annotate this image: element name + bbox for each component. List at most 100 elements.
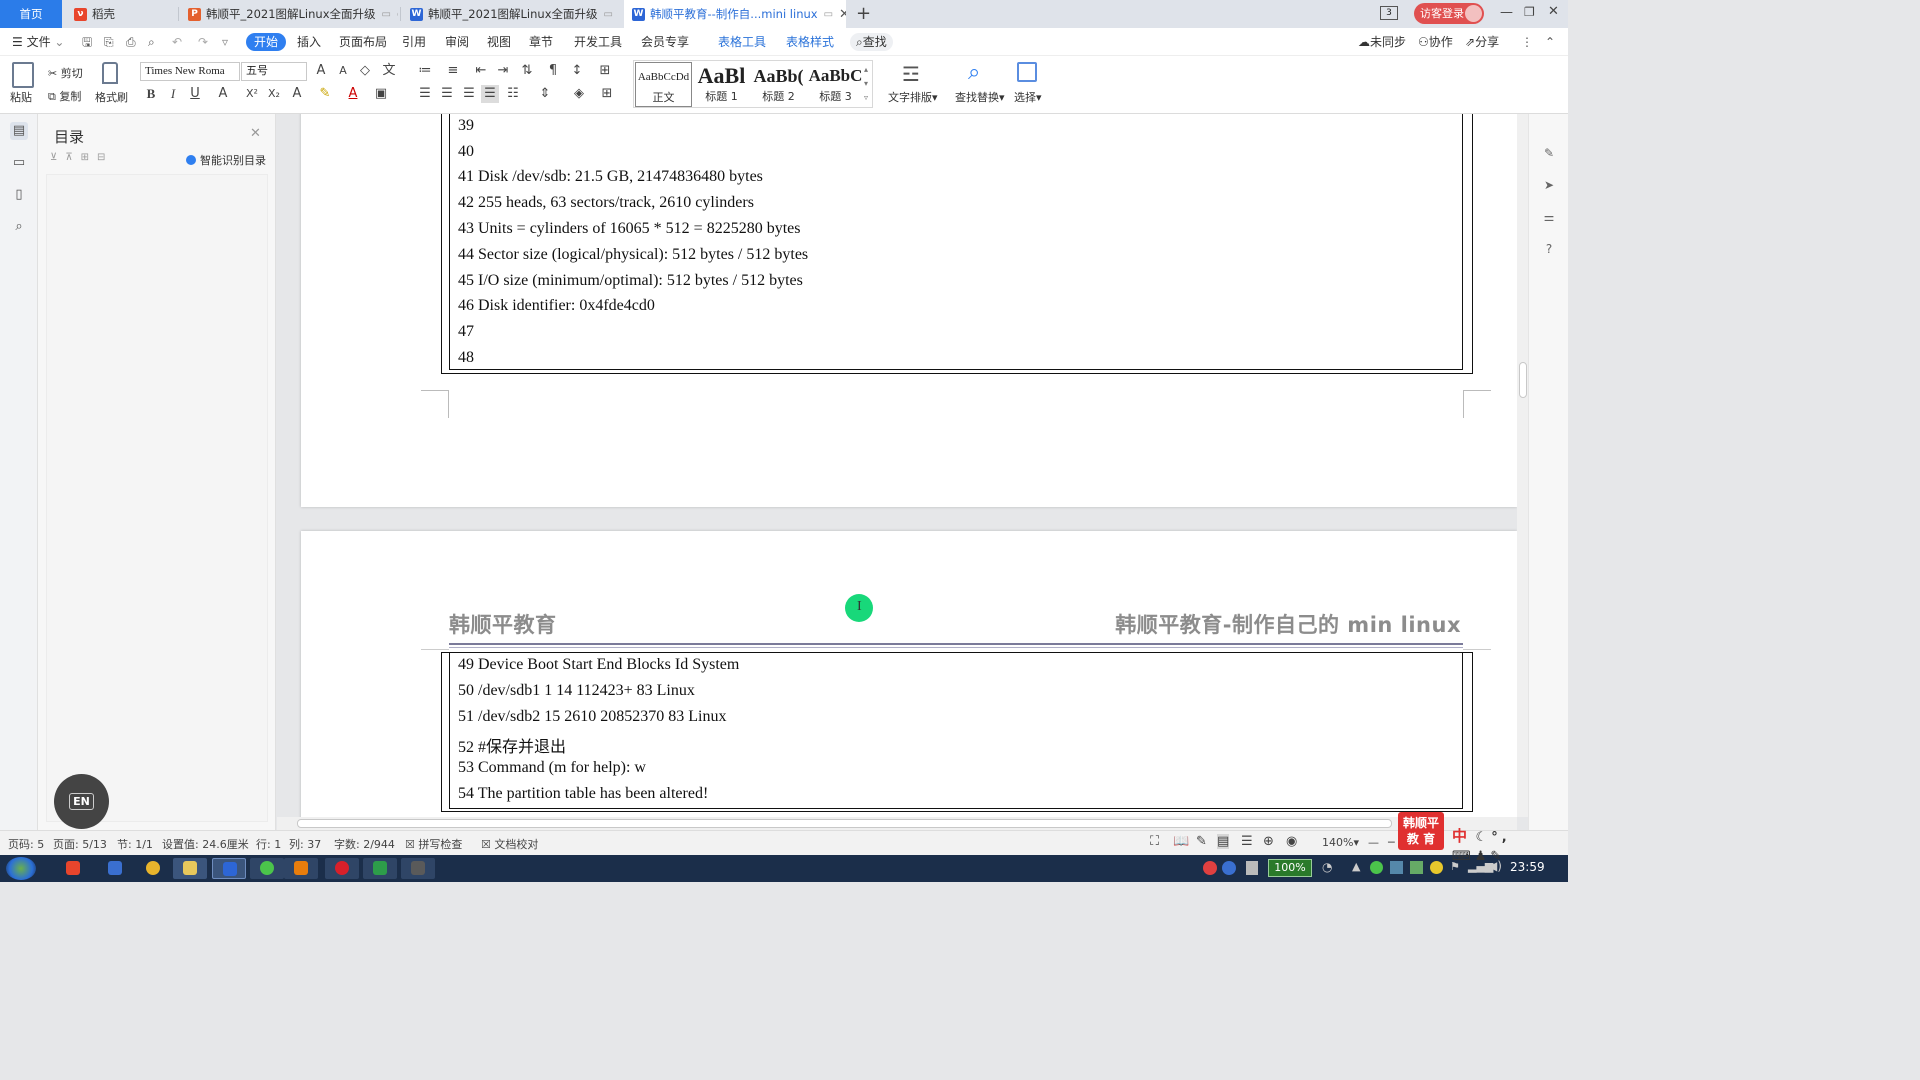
style-normal[interactable]: AaBbCcDd 正文: [635, 62, 692, 107]
tab-doc1[interactable]: W 韩顺平_2021图解Linux全面升级 ▭: [402, 0, 620, 28]
smart-toc-button[interactable]: 智能识别目录: [186, 152, 266, 168]
text-effect-icon[interactable]: A: [288, 85, 306, 103]
style-heading1[interactable]: AaBl 标题 1: [693, 62, 750, 107]
help-icon[interactable]: ?: [1541, 242, 1557, 258]
bullets-icon[interactable]: ≔: [416, 62, 434, 80]
find-replace-icon[interactable]: ⌕: [968, 60, 980, 85]
taskbar-app[interactable]: [325, 858, 359, 879]
more-icon[interactable]: ▿: [222, 33, 228, 51]
taskbar-app[interactable]: [98, 858, 132, 879]
status-section[interactable]: 节: 1/1: [117, 836, 153, 852]
settings-sliders-icon[interactable]: ⚌: [1541, 210, 1557, 226]
taskbar-app[interactable]: [136, 858, 170, 879]
restore-icon[interactable]: ❐: [1524, 5, 1535, 19]
zoom-out-icon[interactable]: —: [1368, 836, 1379, 849]
menu-view[interactable]: 视图: [487, 33, 511, 51]
menu-file[interactable]: ☰ 文件 ⌄: [12, 33, 64, 51]
tray-expand-icon[interactable]: ▲: [1352, 860, 1360, 873]
phonetic-icon[interactable]: 文: [380, 62, 398, 80]
menu-table-tools[interactable]: 表格工具: [718, 33, 766, 51]
h-scroll-thumb[interactable]: [297, 819, 1392, 828]
tab-daoke[interactable]: ν 稻壳: [66, 0, 176, 28]
cut-button[interactable]: ✂ 剪切: [48, 65, 83, 81]
taskbar-app[interactable]: [173, 858, 207, 879]
status-words[interactable]: 字数: 2/944: [334, 836, 395, 852]
menu-table-style[interactable]: 表格样式: [786, 33, 834, 51]
minimize-icon[interactable]: —: [1500, 5, 1513, 20]
edit-mode-icon[interactable]: ✎: [1196, 834, 1207, 849]
taskbar-app[interactable]: [401, 858, 435, 879]
menu-start[interactable]: 开始: [246, 33, 287, 51]
taskbar-app[interactable]: [56, 858, 90, 879]
paste-button[interactable]: 粘贴: [10, 89, 32, 105]
select-button[interactable]: 选择▾: [1014, 89, 1042, 105]
toc-panel-icon[interactable]: ▤: [10, 122, 28, 140]
spell-check-button[interactable]: ☒ 拼写检查: [405, 836, 462, 852]
borders-icon[interactable]: ⊞: [598, 85, 616, 103]
menu-chapter[interactable]: 章节: [529, 33, 553, 51]
tray-icon[interactable]: [1430, 861, 1443, 874]
fullscreen-icon[interactable]: ⛶: [1150, 834, 1159, 849]
undo-icon[interactable]: ↶: [172, 33, 182, 51]
tray-icon[interactable]: [1246, 861, 1258, 875]
save-icon[interactable]: 🖫: [82, 33, 92, 51]
proofread-button[interactable]: ☒ 文档校对: [481, 836, 538, 852]
share-button[interactable]: ⇗分享: [1465, 33, 1499, 51]
reading-mode-icon[interactable]: 📖: [1173, 834, 1189, 849]
export-icon[interactable]: ⎘: [104, 33, 114, 51]
status-pageno[interactable]: 页码: 5: [8, 836, 44, 852]
close-window-icon[interactable]: ✕: [1548, 4, 1559, 19]
text-layout-button[interactable]: 文字排版▾: [888, 89, 938, 105]
tab-home[interactable]: 首页: [0, 0, 62, 28]
battery-indicator[interactable]: 100%: [1268, 859, 1312, 877]
shading-icon[interactable]: ◈: [570, 85, 588, 103]
close-tab-icon[interactable]: ✕: [839, 7, 846, 22]
expand-icon[interactable]: ⊻: [50, 152, 65, 163]
font-size-select[interactable]: 五号: [241, 62, 307, 81]
collapse-icon[interactable]: ⊼: [65, 152, 80, 163]
taskbar-app[interactable]: [250, 858, 284, 879]
find-replace-button[interactable]: 查找替换▾: [955, 89, 1005, 105]
line-spacing-icon[interactable]: ↕: [568, 62, 586, 80]
align-right-icon[interactable]: ☰: [460, 85, 478, 103]
collapse-ribbon-icon[interactable]: ⌃: [1545, 33, 1555, 51]
text-layout-icon[interactable]: ☲: [902, 62, 920, 86]
zoom-slider-icon[interactable]: ─: [1388, 836, 1395, 849]
status-pages[interactable]: 页面: 5/13: [53, 836, 107, 852]
zoom-level[interactable]: 140%▾: [1322, 836, 1359, 849]
clear-format-icon[interactable]: ◇: [356, 62, 374, 80]
pen-icon[interactable]: ✎: [1541, 146, 1557, 162]
ime-en-button[interactable]: EN: [54, 774, 109, 829]
table-grid-icon[interactable]: ⊞: [596, 62, 614, 80]
paste-icon[interactable]: [12, 62, 34, 88]
font-select[interactable]: Times New Roma: [140, 62, 240, 81]
sort-icon[interactable]: ⇅: [518, 62, 536, 80]
select-icon[interactable]: [1017, 62, 1037, 82]
search-box[interactable]: ⌕查找: [850, 33, 893, 51]
tray-icon[interactable]: ◔: [1322, 860, 1332, 874]
add-level-icon[interactable]: ⊞: [81, 152, 97, 163]
scroll-thumb[interactable]: [1519, 362, 1527, 398]
justify-icon[interactable]: ☰: [481, 85, 499, 103]
bookmark-icon[interactable]: ▯: [10, 186, 28, 204]
tray-icon[interactable]: [1203, 861, 1217, 875]
highlight-icon[interactable]: ✎: [316, 85, 334, 103]
bold-icon[interactable]: B: [142, 85, 160, 103]
font-color-icon[interactable]: A: [344, 85, 362, 103]
tab-ppt[interactable]: P 韩顺平_2021图解Linux全面升级 ▭ ●: [180, 0, 398, 28]
menu-layout[interactable]: 页面布局: [339, 33, 387, 51]
align-center-icon[interactable]: ☰: [438, 85, 456, 103]
close-icon[interactable]: ✕: [250, 126, 261, 141]
ime-toolbar[interactable]: 中 ☾°, ⌨♟✎: [1452, 825, 1568, 864]
outline-view-icon[interactable]: ☰: [1241, 834, 1253, 849]
grow-font-icon[interactable]: A: [312, 62, 330, 80]
increase-indent-icon[interactable]: ⇥: [494, 62, 512, 80]
subscript-icon[interactable]: X₂: [265, 85, 283, 103]
folder-icon[interactable]: ▭: [10, 154, 28, 172]
style-heading2[interactable]: AaBb( 标题 2: [750, 62, 807, 107]
menu-review[interactable]: 审阅: [445, 33, 469, 51]
style-heading3[interactable]: AaBbC 标题 3: [807, 62, 864, 107]
numbering-icon[interactable]: ≡: [444, 62, 462, 80]
copy-button[interactable]: ⧉ 复制: [48, 88, 81, 104]
horizontal-scrollbar[interactable]: [277, 817, 1517, 830]
